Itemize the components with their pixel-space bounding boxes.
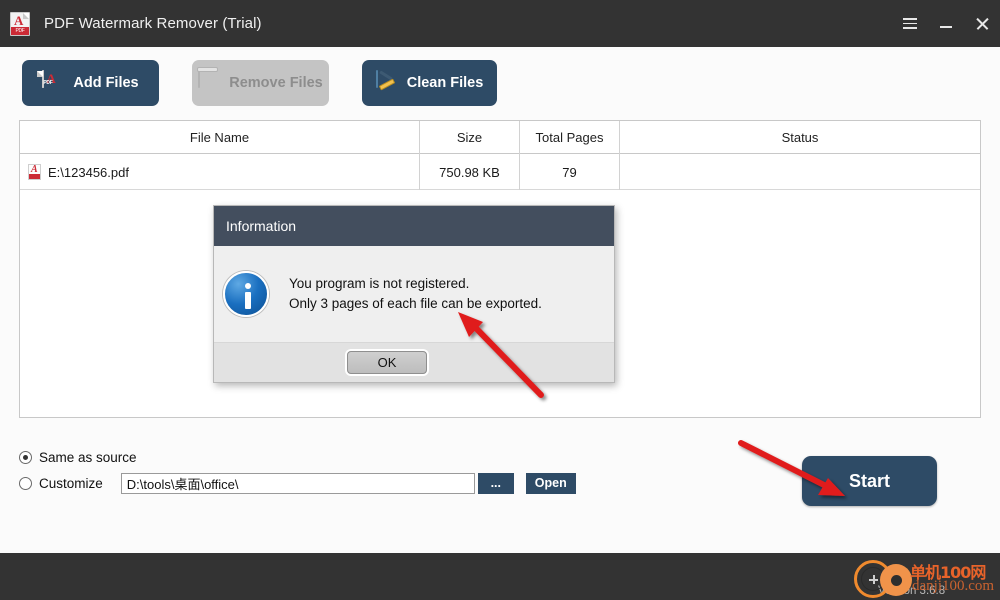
toolbar: A Add Files Remove Files Clean Files — [0, 47, 1000, 119]
app-pdf-icon: A — [10, 11, 32, 36]
dialog-title: Information — [214, 206, 614, 246]
info-icon — [223, 271, 269, 317]
cell-file-name: A E:\123456.pdf — [20, 154, 420, 190]
cell-status — [620, 154, 980, 190]
customize-label: Customize — [39, 475, 103, 491]
application-window: A PDF Watermark Remover (Trial) A Add Fi… — [0, 0, 1000, 600]
remove-files-button: Remove Files — [192, 60, 329, 106]
window-title: PDF Watermark Remover (Trial) — [44, 15, 262, 32]
add-files-label: Add Files — [73, 75, 139, 91]
table-header-row: File Name Size Total Pages Status — [20, 121, 980, 154]
add-files-button[interactable]: A Add Files — [22, 60, 159, 106]
clean-files-button[interactable]: Clean Files — [362, 60, 497, 106]
dialog-message-line2: Only 3 pages of each file can be exporte… — [289, 296, 542, 311]
table-row[interactable]: A E:\123456.pdf 750.98 KB 79 — [20, 154, 980, 190]
information-dialog: Information You program is not registere… — [213, 205, 615, 383]
column-header-size[interactable]: Size — [420, 121, 520, 154]
file-name-text: E:\123456.pdf — [48, 164, 129, 180]
status-bar — [0, 553, 1000, 600]
pdf-file-icon: A — [42, 70, 64, 95]
menu-icon[interactable] — [892, 0, 928, 47]
start-button[interactable]: Start — [802, 456, 937, 506]
close-icon[interactable] — [964, 0, 1000, 47]
window-controls — [892, 0, 1000, 47]
output-options: Same as source Customize D:\tools\桌面\off… — [19, 445, 576, 495]
column-header-total-pages[interactable]: Total Pages — [520, 121, 620, 154]
trash-icon — [198, 70, 220, 95]
dialog-message-line1: You program is not registered. — [289, 276, 470, 291]
column-header-file-name[interactable]: File Name — [20, 121, 420, 154]
remove-files-label: Remove Files — [229, 75, 323, 91]
option-customize[interactable]: Customize D:\tools\桌面\office\ ... Open — [19, 471, 576, 495]
dialog-ok-button[interactable]: OK — [347, 351, 427, 374]
clean-files-label: Clean Files — [406, 75, 484, 91]
broom-icon — [375, 70, 398, 95]
radio-same-as-source[interactable] — [19, 450, 32, 464]
open-folder-button[interactable]: Open — [525, 472, 576, 494]
dialog-footer: OK — [214, 342, 614, 382]
cell-size: 750.98 KB — [420, 154, 520, 190]
dialog-message: You program is not registered. Only 3 pa… — [289, 274, 542, 314]
title-bar: A PDF Watermark Remover (Trial) — [0, 0, 1000, 47]
minimize-icon[interactable] — [928, 0, 964, 47]
output-path-input[interactable]: D:\tools\桌面\office\ — [120, 472, 475, 494]
browse-button[interactable]: ... — [477, 472, 514, 494]
cell-total-pages: 79 — [520, 154, 620, 190]
dialog-body: You program is not registered. Only 3 pa… — [214, 246, 614, 342]
column-header-status[interactable]: Status — [620, 121, 980, 154]
version-label: Version 3.6.8 — [878, 585, 946, 597]
option-same-as-source[interactable]: Same as source — [19, 445, 576, 469]
same-as-source-label: Same as source — [39, 449, 137, 465]
pdf-file-icon: A — [28, 164, 41, 180]
radio-customize[interactable] — [19, 476, 32, 490]
